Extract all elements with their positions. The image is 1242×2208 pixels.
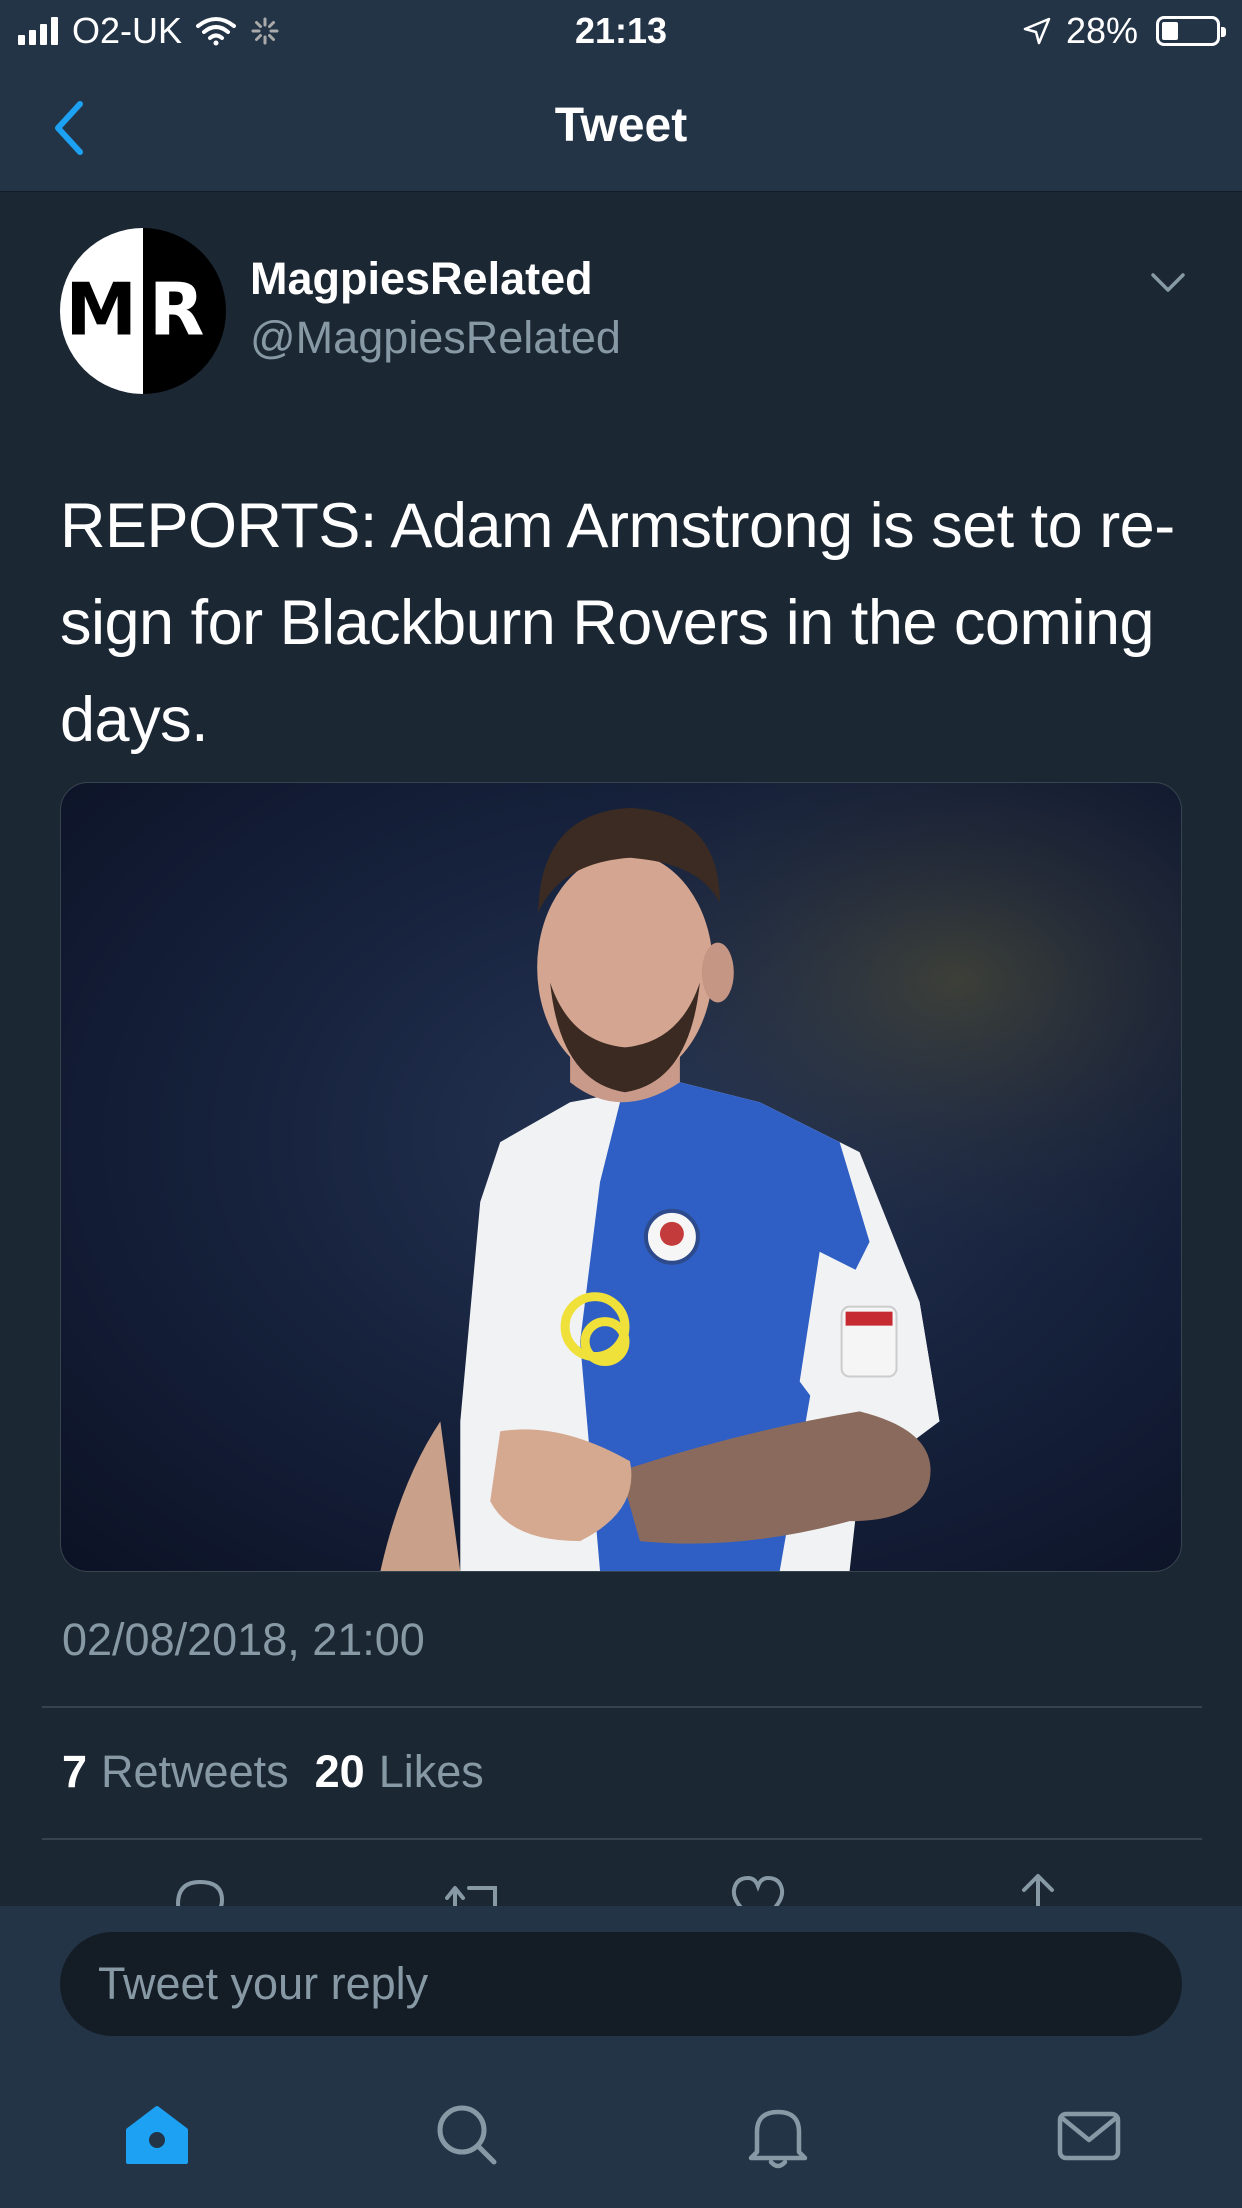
avatar-letter-m: M	[65, 267, 137, 352]
bell-icon[interactable]	[743, 2100, 813, 2170]
search-icon[interactable]	[432, 2100, 502, 2170]
tweet-stats: 7 Retweets 20 Likes	[62, 1746, 496, 1798]
retweets-label[interactable]: Retweets	[101, 1746, 289, 1798]
home-icon[interactable]	[122, 2100, 192, 2170]
tweet-photo[interactable]	[60, 782, 1182, 1572]
bottom-bar: Tweet your reply	[0, 1906, 1242, 2208]
retweets-count[interactable]: 7	[62, 1746, 87, 1798]
tweet-text: REPORTS: Adam Armstrong is set to re-sig…	[60, 491, 1175, 755]
page-title: Tweet	[554, 99, 688, 152]
battery-icon	[1156, 16, 1226, 46]
likes-count[interactable]: 20	[315, 1746, 365, 1798]
avatar-letter-r: R	[149, 267, 205, 352]
heart-icon[interactable]	[728, 1870, 788, 1910]
avatar[interactable]: M R	[60, 228, 226, 394]
nav-bar: Tweet	[0, 60, 1242, 192]
likes-label[interactable]: Likes	[379, 1746, 484, 1798]
battery-percent: 28%	[1065, 10, 1138, 51]
share-icon[interactable]	[1008, 1870, 1068, 1910]
status-bar-right: 28%	[1022, 10, 1226, 52]
chevron-down-icon[interactable]	[1150, 272, 1186, 294]
retweet-icon[interactable]	[445, 1870, 505, 1910]
player-photo-illustration	[61, 783, 1181, 1571]
location-arrow-icon	[1023, 17, 1051, 45]
divider	[42, 1838, 1202, 1840]
tweet-actions	[0, 1870, 1242, 1910]
status-bar: O2-UK 21:13 28%	[0, 0, 1242, 60]
display-name[interactable]: MagpiesRelated	[250, 253, 593, 305]
divider	[42, 1706, 1202, 1708]
tweet-timestamp: 02/08/2018, 21:00	[62, 1614, 425, 1665]
user-handle[interactable]: @MagpiesRelated	[250, 312, 621, 364]
reply-icon[interactable]	[170, 1870, 230, 1910]
mail-icon[interactable]	[1054, 2100, 1124, 2170]
reply-input[interactable]: Tweet your reply	[60, 1932, 1182, 2036]
